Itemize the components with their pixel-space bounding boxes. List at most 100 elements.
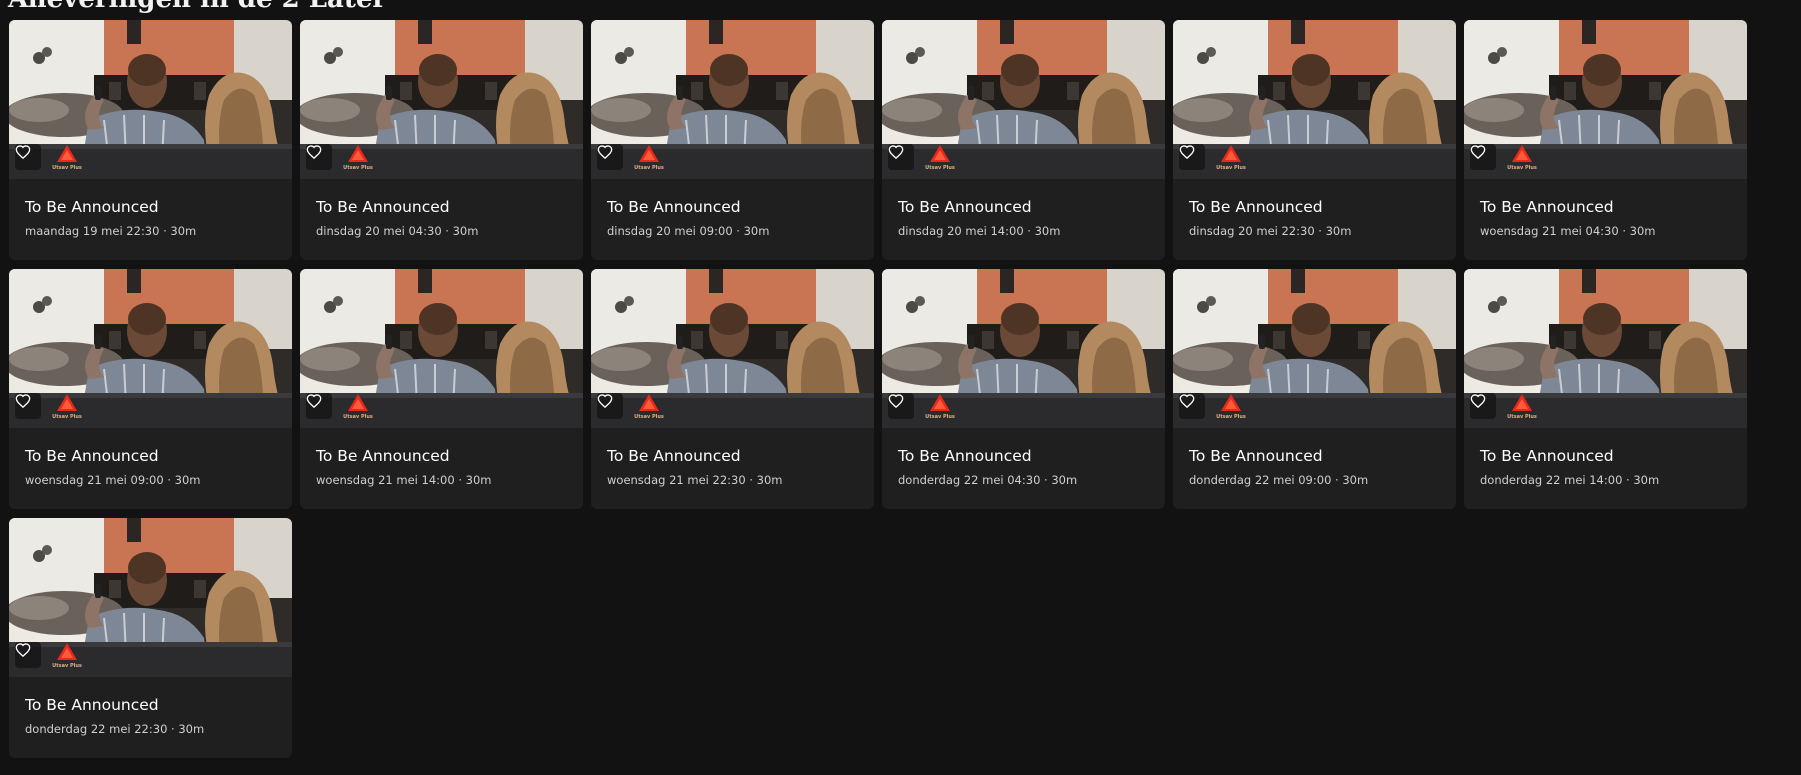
favorite-button[interactable] <box>1179 144 1205 170</box>
utsav-plus-logo-icon: Utsav Plus <box>52 145 82 170</box>
episode-thumbnail: Utsav Plus <box>9 20 292 179</box>
episode-title: To Be Announced <box>1189 447 1323 465</box>
heart-outline-icon <box>15 643 31 657</box>
episode-thumbnail: Utsav Plus <box>300 269 583 428</box>
utsav-plus-logo-icon: Utsav Plus <box>1507 145 1537 170</box>
favorite-button[interactable] <box>597 393 623 419</box>
episode-info: To Be Announced dinsdag 20 mei 09:00 · 3… <box>591 179 874 239</box>
episode-card[interactable]: Utsav Plus To Be Announced dinsdag 20 me… <box>882 20 1165 260</box>
episode-card[interactable]: Utsav Plus To Be Announced dinsdag 20 me… <box>1173 20 1456 260</box>
svg-text:Utsav Plus: Utsav Plus <box>52 165 82 170</box>
utsav-plus-logo-icon: Utsav Plus <box>634 145 664 170</box>
channel-logo: Utsav Plus <box>925 144 955 170</box>
episode-card[interactable]: Utsav Plus To Be Announced maandag 19 me… <box>9 20 292 260</box>
channel-logo: Utsav Plus <box>1507 393 1537 419</box>
utsav-plus-logo-icon: Utsav Plus <box>343 145 373 170</box>
favorite-button[interactable] <box>15 393 41 419</box>
channel-logo: Utsav Plus <box>1507 144 1537 170</box>
utsav-plus-logo-icon: Utsav Plus <box>52 394 82 419</box>
episode-card[interactable]: Utsav Plus To Be Announced donderdag 22 … <box>1464 269 1747 509</box>
episode-thumbnail: Utsav Plus <box>300 20 583 179</box>
svg-text:Utsav Plus: Utsav Plus <box>1216 414 1246 419</box>
svg-text:Utsav Plus: Utsav Plus <box>925 414 955 419</box>
episode-airtime: woensdag 21 mei 04:30 · 30m <box>1480 224 1656 238</box>
heart-outline-icon <box>1179 145 1195 159</box>
channel-logo: Utsav Plus <box>1216 393 1246 419</box>
utsav-plus-logo-icon: Utsav Plus <box>634 394 664 419</box>
episode-card[interactable]: Utsav Plus To Be Announced dinsdag 20 me… <box>300 20 583 260</box>
heart-outline-icon <box>597 394 613 408</box>
episode-airtime: donderdag 22 mei 22:30 · 30m <box>25 722 205 736</box>
episode-title: To Be Announced <box>1480 447 1614 465</box>
episode-airtime: woensdag 21 mei 09:00 · 30m <box>25 473 201 487</box>
episode-airtime: donderdag 22 mei 09:00 · 30m <box>1189 473 1369 487</box>
svg-text:Utsav Plus: Utsav Plus <box>52 663 82 668</box>
svg-text:Utsav Plus: Utsav Plus <box>343 414 373 419</box>
heart-outline-icon <box>888 394 904 408</box>
episode-thumbnail: Utsav Plus <box>1464 269 1747 428</box>
channel-logo: Utsav Plus <box>52 393 82 419</box>
episode-title: To Be Announced <box>898 198 1032 216</box>
episode-card[interactable]: Utsav Plus To Be Announced donderdag 22 … <box>1173 269 1456 509</box>
episode-airtime: dinsdag 20 mei 22:30 · 30m <box>1189 224 1352 238</box>
channel-logo: Utsav Plus <box>343 144 373 170</box>
episode-card[interactable]: Utsav Plus To Be Announced dinsdag 20 me… <box>591 20 874 260</box>
episode-info: To Be Announced woensdag 21 mei 09:00 · … <box>9 428 292 488</box>
episode-title: To Be Announced <box>607 447 741 465</box>
episode-info: To Be Announced maandag 19 mei 22:30 · 3… <box>9 179 292 239</box>
episode-card[interactable]: Utsav Plus To Be Announced woensdag 21 m… <box>1464 20 1747 260</box>
episode-airtime: woensdag 21 mei 14:00 · 30m <box>316 473 492 487</box>
utsav-plus-logo-icon: Utsav Plus <box>1216 394 1246 419</box>
favorite-button[interactable] <box>15 144 41 170</box>
favorite-button[interactable] <box>306 144 332 170</box>
heart-outline-icon <box>888 145 904 159</box>
utsav-plus-logo-icon: Utsav Plus <box>52 643 82 668</box>
favorite-button[interactable] <box>888 393 914 419</box>
utsav-plus-logo-icon: Utsav Plus <box>925 394 955 419</box>
episode-card[interactable]: Utsav Plus To Be Announced woensdag 21 m… <box>9 269 292 509</box>
heart-outline-icon <box>15 394 31 408</box>
heart-outline-icon <box>1470 394 1486 408</box>
episode-card[interactable]: Utsav Plus To Be Announced donderdag 22 … <box>9 518 292 758</box>
heart-outline-icon <box>15 145 31 159</box>
episode-title: To Be Announced <box>1480 198 1614 216</box>
favorite-button[interactable] <box>1470 393 1496 419</box>
episode-thumbnail: Utsav Plus <box>9 518 292 677</box>
episode-info: To Be Announced dinsdag 20 mei 14:00 · 3… <box>882 179 1165 239</box>
episode-title: To Be Announced <box>1189 198 1323 216</box>
episode-title: To Be Announced <box>316 447 450 465</box>
episode-airtime: donderdag 22 mei 04:30 · 30m <box>898 473 1078 487</box>
page-title: Afleveringen in de 2 Later <box>8 0 386 12</box>
favorite-button[interactable] <box>15 642 41 668</box>
episode-info: To Be Announced dinsdag 20 mei 04:30 · 3… <box>300 179 583 239</box>
episode-card[interactable]: Utsav Plus To Be Announced woensdag 21 m… <box>591 269 874 509</box>
episode-thumbnail: Utsav Plus <box>882 269 1165 428</box>
favorite-button[interactable] <box>1470 144 1496 170</box>
episode-card[interactable]: Utsav Plus To Be Announced donderdag 22 … <box>882 269 1165 509</box>
channel-logo: Utsav Plus <box>634 393 664 419</box>
episode-airtime: dinsdag 20 mei 14:00 · 30m <box>898 224 1061 238</box>
episode-title: To Be Announced <box>607 198 741 216</box>
svg-text:Utsav Plus: Utsav Plus <box>52 414 82 419</box>
svg-text:Utsav Plus: Utsav Plus <box>925 165 955 170</box>
heart-outline-icon <box>306 145 322 159</box>
channel-logo: Utsav Plus <box>634 144 664 170</box>
episode-airtime: woensdag 21 mei 22:30 · 30m <box>607 473 783 487</box>
channel-logo: Utsav Plus <box>52 144 82 170</box>
heart-outline-icon <box>1470 145 1486 159</box>
episode-thumbnail: Utsav Plus <box>591 20 874 179</box>
favorite-button[interactable] <box>1179 393 1205 419</box>
episode-info: To Be Announced donderdag 22 mei 04:30 ·… <box>882 428 1165 488</box>
svg-text:Utsav Plus: Utsav Plus <box>1507 414 1537 419</box>
episode-airtime: dinsdag 20 mei 04:30 · 30m <box>316 224 479 238</box>
heart-outline-icon <box>306 394 322 408</box>
episode-title: To Be Announced <box>25 696 159 714</box>
favorite-button[interactable] <box>597 144 623 170</box>
favorite-button[interactable] <box>888 144 914 170</box>
episode-card[interactable]: Utsav Plus To Be Announced woensdag 21 m… <box>300 269 583 509</box>
favorite-button[interactable] <box>306 393 332 419</box>
svg-text:Utsav Plus: Utsav Plus <box>1507 165 1537 170</box>
channel-logo: Utsav Plus <box>925 393 955 419</box>
channel-logo: Utsav Plus <box>52 642 82 668</box>
channel-logo: Utsav Plus <box>1216 144 1246 170</box>
